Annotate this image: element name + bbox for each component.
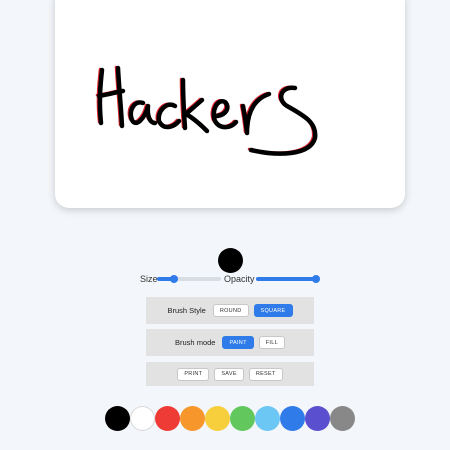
- swatch-white[interactable]: [130, 406, 155, 431]
- swatch-purple[interactable]: [305, 406, 330, 431]
- reset-button[interactable]: RESET: [248, 367, 283, 381]
- paint-button[interactable]: PAINT: [222, 336, 254, 349]
- fill-button[interactable]: FILL: [258, 336, 285, 349]
- brush-preview: [218, 248, 243, 273]
- drawing-canvas[interactable]: [55, 0, 405, 208]
- opacity-slider[interactable]: [256, 275, 320, 283]
- drawing-strokes: [95, 65, 318, 156]
- opacity-slider-fill: [256, 277, 318, 281]
- size-slider[interactable]: [157, 275, 221, 283]
- swatch-light-blue[interactable]: [255, 406, 280, 431]
- swatch-green[interactable]: [230, 406, 255, 431]
- swatch-gray[interactable]: [330, 406, 355, 431]
- brush-style-label: Brush Style: [167, 306, 206, 315]
- print-button[interactable]: PRINT: [177, 367, 210, 381]
- brush-mode-label: Brush mode: [175, 338, 216, 347]
- size-slider-thumb[interactable]: [170, 275, 178, 283]
- round-button[interactable]: ROUND: [212, 304, 249, 317]
- opacity-slider-thumb[interactable]: [312, 275, 320, 283]
- square-button[interactable]: SQUARE: [253, 304, 293, 317]
- swatch-red[interactable]: [155, 406, 180, 431]
- actions-panel: PRINT SAVE RESET: [146, 362, 314, 386]
- swatch-blue[interactable]: [280, 406, 305, 431]
- size-label: Size: [140, 274, 158, 284]
- swatch-black[interactable]: [105, 406, 130, 431]
- opacity-label: Opacity: [224, 274, 255, 284]
- brush-style-panel: Brush Style ROUND SQUARE: [146, 297, 314, 324]
- brush-mode-panel: Brush mode PAINT FILL: [146, 329, 314, 356]
- swatch-yellow[interactable]: [205, 406, 230, 431]
- swatch-orange[interactable]: [180, 406, 205, 431]
- save-button[interactable]: SAVE: [214, 367, 244, 381]
